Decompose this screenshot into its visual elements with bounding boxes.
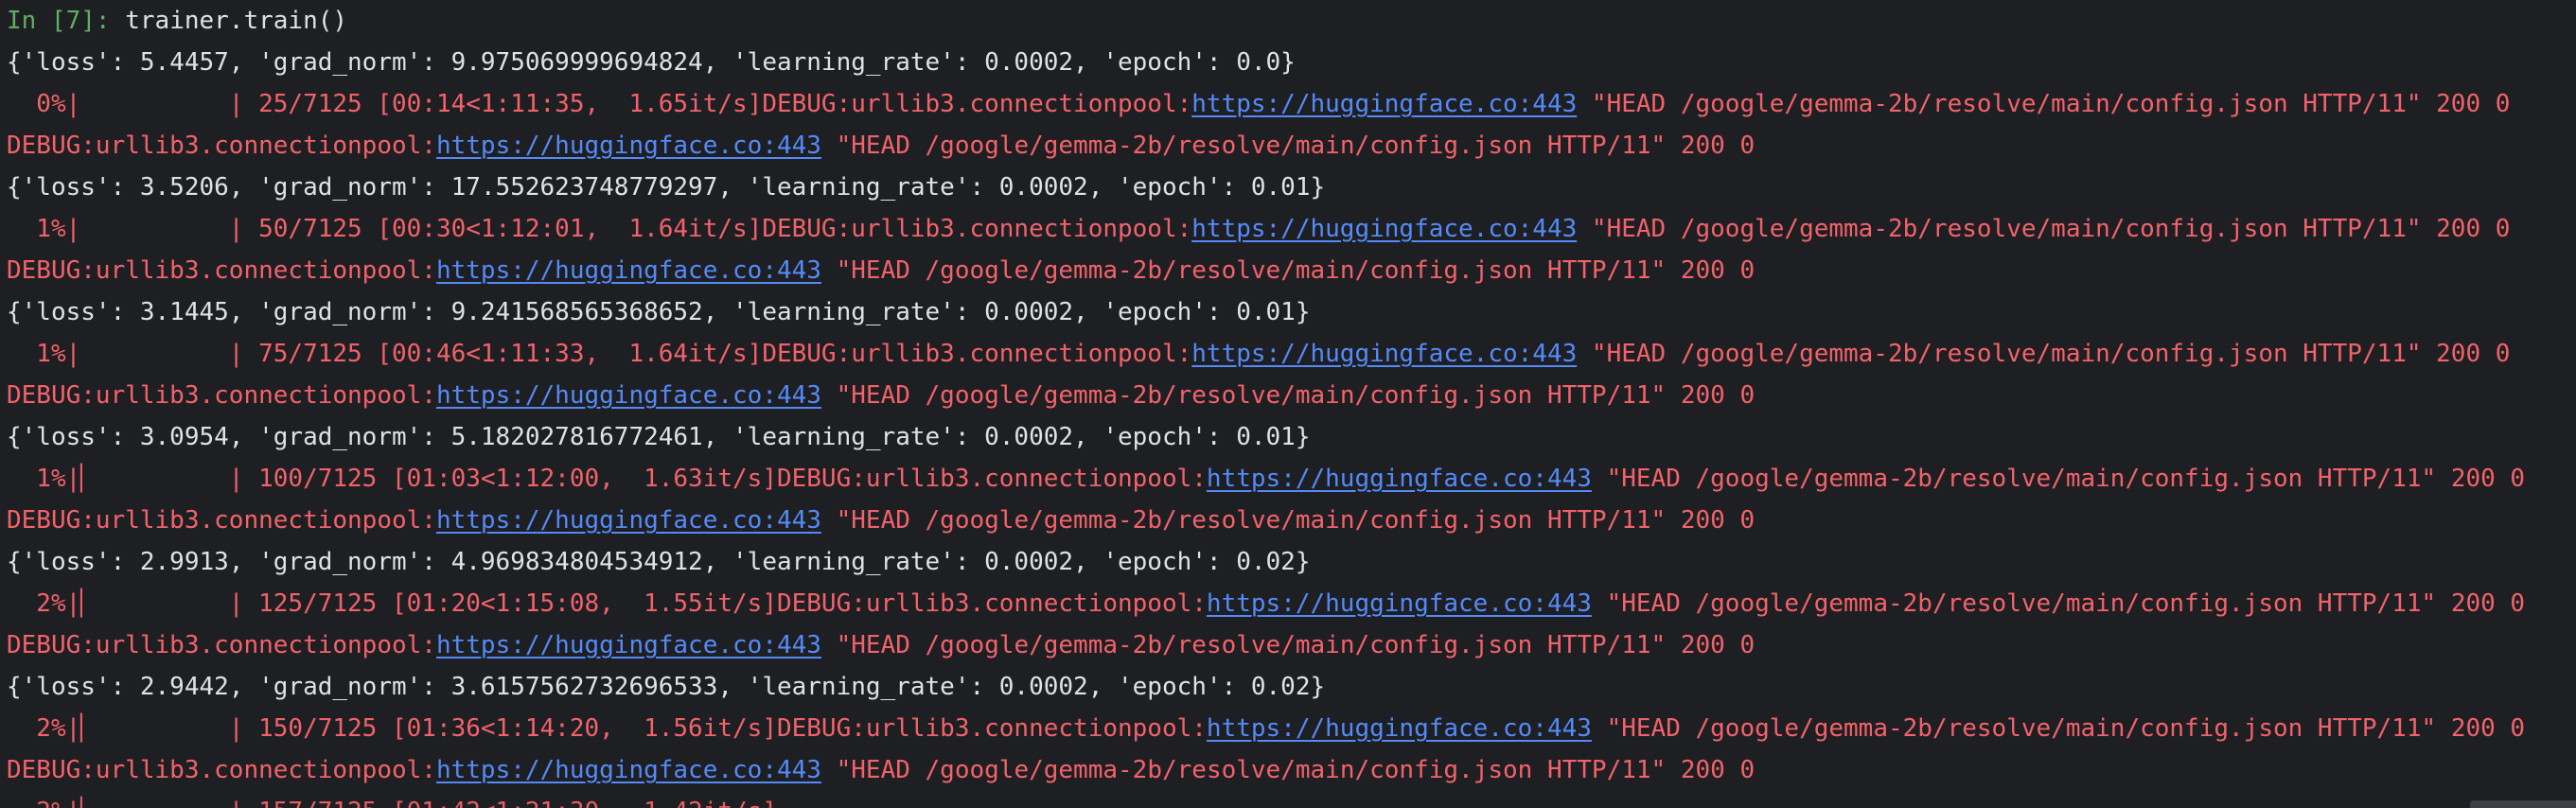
stdout-line: {'loss': 3.5206, 'grad_norm': 17.5526237… [7,173,1326,202]
huggingface-link[interactable]: https://huggingface.co:443 [1207,589,1592,618]
progress-line: 1%| | 75/7125 [00:46<1:11:33, 1.64it/s]D… [7,333,2576,375]
request-text: "HEAD /google/gemma-2b/resolve/main/conf… [1577,340,2511,368]
debug-line: DEBUG:urllib3.connectionpool:https://hug… [7,500,2576,541]
request-text: "HEAD /google/gemma-2b/resolve/main/conf… [1577,215,2511,243]
request-text: "HEAD /google/gemma-2b/resolve/main/conf… [1577,90,2511,118]
progress-line: 0%| | 25/7125 [00:14<1:11:35, 1.65it/s]D… [7,83,2576,125]
debug-line: DEBUG:urllib3.connectionpool:https://hug… [7,125,2576,167]
progress-text: 1%|▏ | 100/7125 [01:03<1:12:00, 1.63it/s… [7,465,1207,493]
debug-prefix: DEBUG:urllib3.connectionpool: [7,381,436,410]
cell-prompt: In [7]: [7,7,111,35]
cell-input-line: In [7]: trainer.train() [7,0,2576,42]
debug-line: DEBUG:urllib3.connectionpool:https://hug… [7,250,2576,291]
progress-text: 1%| | 50/7125 [00:30<1:12:01, 1.64it/s]D… [7,215,1192,243]
huggingface-link[interactable]: https://huggingface.co:443 [1191,340,1577,368]
horizontal-scrollbar-thumb[interactable] [2470,800,2576,808]
request-text: "HEAD /google/gemma-2b/resolve/main/conf… [1591,714,2526,743]
request-text: "HEAD /google/gemma-2b/resolve/main/conf… [1591,589,2526,618]
stdout-line: {'loss': 3.0954, 'grad_norm': 5.18202781… [7,423,1311,451]
huggingface-link[interactable]: https://huggingface.co:443 [1207,714,1592,743]
huggingface-link[interactable]: https://huggingface.co:443 [436,756,821,784]
stdout-line: {'loss': 3.1445, 'grad_norm': 9.24156856… [7,298,1311,326]
request-text: "HEAD /google/gemma-2b/resolve/main/conf… [820,256,1756,285]
cell-code[interactable]: trainer.train() [111,7,347,35]
request-text: "HEAD /google/gemma-2b/resolve/main/conf… [1591,465,2526,493]
huggingface-link[interactable]: https://huggingface.co:443 [436,256,821,285]
huggingface-link[interactable]: https://huggingface.co:443 [1207,465,1592,493]
request-text: "HEAD /google/gemma-2b/resolve/main/conf… [820,756,1756,784]
debug-prefix: DEBUG:urllib3.connectionpool: [7,256,436,285]
progress-line: 1%| | 50/7125 [00:30<1:12:01, 1.64it/s]D… [7,208,2576,250]
huggingface-link[interactable]: https://huggingface.co:443 [436,631,821,659]
request-text: "HEAD /google/gemma-2b/resolve/main/conf… [820,631,1756,659]
cell-output: {'loss': 5.4457, 'grad_norm': 9.97506999… [7,42,2576,808]
request-text: "HEAD /google/gemma-2b/resolve/main/conf… [820,132,1756,160]
progress-line: 1%|▏ | 100/7125 [01:03<1:12:00, 1.63it/s… [7,458,2576,500]
debug-line: DEBUG:urllib3.connectionpool:https://hug… [7,375,2576,416]
progress-line: 2%|▏ | 150/7125 [01:36<1:14:20, 1.56it/s… [7,708,2576,749]
huggingface-link[interactable]: https://huggingface.co:443 [1191,215,1577,243]
debug-line: DEBUG:urllib3.connectionpool:https://hug… [7,749,2576,791]
stdout-line: {'loss': 2.9442, 'grad_norm': 3.61575627… [7,673,1326,701]
progress-line: 2%|▏ | 125/7125 [01:20<1:15:08, 1.55it/s… [7,583,2576,624]
console-output: In [7]: trainer.train() {'loss': 5.4457,… [0,0,2576,808]
request-text: "HEAD /google/gemma-2b/resolve/main/conf… [820,506,1756,535]
progress-text: 2%|▏ | 150/7125 [01:36<1:14:20, 1.56it/s… [7,714,1207,743]
stdout-line: {'loss': 5.4457, 'grad_norm': 9.97506999… [7,48,1296,77]
progress-text: 2%|▏ | 125/7125 [01:20<1:15:08, 1.55it/s… [7,589,1207,618]
huggingface-link[interactable]: https://huggingface.co:443 [1191,90,1577,118]
progress-text: 1%| | 75/7125 [00:46<1:11:33, 1.64it/s]D… [7,340,1192,368]
debug-line: DEBUG:urllib3.connectionpool:https://hug… [7,624,2576,666]
debug-prefix: DEBUG:urllib3.connectionpool: [7,631,436,659]
request-text: "HEAD /google/gemma-2b/resolve/main/conf… [820,381,1756,410]
debug-prefix: DEBUG:urllib3.connectionpool: [7,756,436,784]
huggingface-link[interactable]: https://huggingface.co:443 [436,132,821,160]
progress-text: 0%| | 25/7125 [00:14<1:11:35, 1.65it/s]D… [7,90,1192,118]
stdout-line: {'loss': 2.9913, 'grad_norm': 4.96983480… [7,548,1311,576]
progress-line-partial: 2%|▏ | 157/7125 [01:42<1:21:30, 1.42it/s… [7,791,2576,808]
debug-prefix: DEBUG:urllib3.connectionpool: [7,132,436,160]
debug-prefix: DEBUG:urllib3.connectionpool: [7,506,436,535]
huggingface-link[interactable]: https://huggingface.co:443 [436,381,821,410]
huggingface-link[interactable]: https://huggingface.co:443 [436,506,821,535]
